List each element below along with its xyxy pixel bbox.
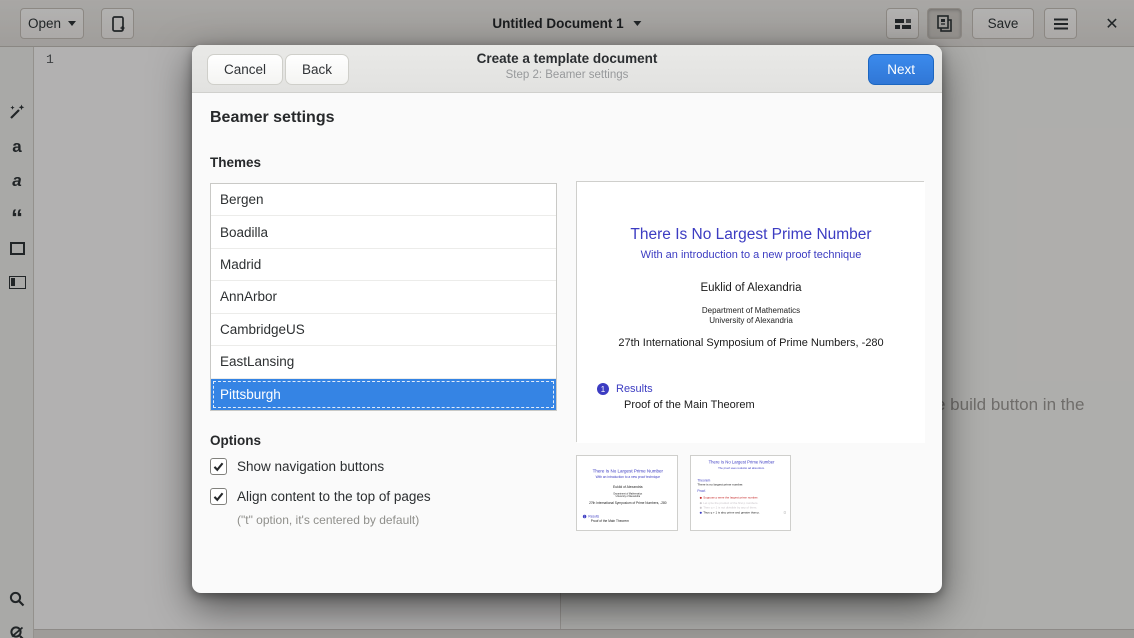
- slide-institute-2: University of Alexandria: [577, 316, 925, 325]
- slide-toc-row: 1 Results: [597, 383, 653, 395]
- slide-author: Euklid of Alexandria: [577, 485, 678, 489]
- slide-institute-2: University of Alexandria: [577, 495, 678, 498]
- slide-subtitle: The proof uses reductio ad absurdum.: [691, 467, 791, 470]
- slide-title: There Is No Largest Prime Number: [577, 226, 925, 244]
- bullet-icon: [700, 507, 702, 509]
- cancel-button[interactable]: Cancel: [207, 54, 283, 85]
- toc-subsection: Proof of the Main Theorem: [624, 399, 755, 411]
- option-note: ("t" option, it's centered by default): [237, 513, 419, 527]
- slide-thumbnail-2: There Is No Largest Prime Number The pro…: [690, 455, 791, 531]
- theme-label: Boadilla: [220, 225, 268, 240]
- page-title: Beamer settings: [210, 109, 335, 127]
- theme-row-eastlansing[interactable]: EastLansing: [211, 346, 556, 378]
- slide-author: Euklid of Alexandria: [577, 282, 925, 294]
- proof-item: Thus q + 1 is also prime and greater tha…: [700, 511, 760, 514]
- proof-item-covered: Let q be the product of the first p numb…: [700, 502, 759, 505]
- theorem-label: Theorem: [697, 479, 710, 483]
- proof-item-covered: Then q + 1 is not divisible by any of th…: [700, 506, 757, 509]
- proof-item-text: Suppose p were the largest prime number.: [703, 496, 758, 499]
- themes-heading: Themes: [210, 155, 261, 170]
- option-label[interactable]: Show navigation buttons: [237, 459, 384, 474]
- option-align-top[interactable]: Align content to the top of pages: [210, 488, 431, 505]
- options-heading: Options: [210, 433, 261, 448]
- proof-slide-mini: There Is No Largest Prime Number The pro…: [691, 456, 791, 531]
- dialog-title: Create a template document: [477, 51, 658, 66]
- bullet-icon: [700, 512, 702, 514]
- dialog-subtitle: Step 2: Beamer settings: [477, 69, 658, 81]
- theme-row-pittsburgh-selected[interactable]: Pittsburgh: [211, 379, 556, 410]
- bullet-icon: [700, 502, 702, 504]
- proof-item-text: Let q be the product of the first p numb…: [703, 502, 758, 505]
- toc-section: Results: [588, 515, 599, 519]
- slide-thumbnail-1: There Is No Largest Prime Number With an…: [576, 455, 678, 531]
- toc-subsection: Proof of the Main Theorem: [591, 519, 629, 523]
- dialog-headerbar: Cancel Back Create a template document S…: [192, 45, 942, 93]
- theme-row-madrid[interactable]: Madrid: [211, 249, 556, 281]
- slide-subtitle: With an introduction to a new proof tech…: [577, 249, 925, 261]
- title-slide-preview: There Is No Largest Prime Number With an…: [577, 182, 925, 443]
- slide-subtitle: With an introduction to a new proof tech…: [577, 476, 678, 480]
- slide-date: 27th International Symposium of Prime Nu…: [577, 501, 678, 505]
- next-button[interactable]: Next: [868, 54, 934, 85]
- slide-title: There Is No Largest Prime Number: [691, 460, 791, 465]
- theme-label: Madrid: [220, 257, 261, 272]
- checkbox-checked[interactable]: [210, 488, 227, 505]
- theorem-text: There is no largest prime number.: [697, 483, 743, 487]
- dialog-body: Beamer settings Themes Bergen Boadilla M…: [192, 93, 942, 593]
- bullet-icon: [700, 497, 702, 499]
- proof-item-text: Then q + 1 is not divisible by any of th…: [703, 506, 757, 509]
- toc-number-badge: 1: [583, 515, 587, 519]
- theme-list: Bergen Boadilla Madrid AnnArbor Cambridg…: [210, 183, 557, 411]
- theme-preview-pane: There Is No Largest Prime Number With an…: [576, 181, 924, 442]
- template-wizard-dialog: Cancel Back Create a template document S…: [192, 45, 942, 593]
- theme-label: EastLansing: [220, 354, 294, 369]
- proof-item-text: Thus q + 1 is also prime and greater tha…: [703, 511, 760, 514]
- proof-item-alert: Suppose p were the largest prime number.: [700, 496, 759, 499]
- theme-label: Pittsburgh: [220, 387, 281, 402]
- dialog-title-block: Create a template document Step 2: Beame…: [477, 51, 658, 81]
- checkmark-icon: [212, 490, 225, 503]
- theme-row-boadilla[interactable]: Boadilla: [211, 216, 556, 248]
- checkmark-icon: [212, 460, 225, 473]
- option-show-navigation[interactable]: Show navigation buttons: [210, 458, 384, 475]
- theme-label: Bergen: [220, 192, 264, 207]
- title-slide-mini: There Is No Largest Prime Number With an…: [577, 456, 678, 531]
- theme-row-annarbor[interactable]: AnnArbor: [211, 281, 556, 313]
- back-button[interactable]: Back: [285, 54, 349, 85]
- theme-row-cambridgeus[interactable]: CambridgeUS: [211, 314, 556, 346]
- toc-number-badge: 1: [597, 383, 609, 395]
- slide-institute-1: Department of Mathematics: [577, 306, 925, 315]
- toc-section: Results: [616, 383, 653, 395]
- slide-date: 27th International Symposium of Prime Nu…: [577, 337, 925, 349]
- theme-label: AnnArbor: [220, 289, 277, 304]
- slide-title: There Is No Largest Prime Number: [577, 469, 678, 474]
- proof-label: Proof.: [697, 489, 706, 493]
- option-label[interactable]: Align content to the top of pages: [237, 489, 431, 504]
- theme-row-bergen[interactable]: Bergen: [211, 184, 556, 216]
- qed-square-icon: [784, 511, 786, 513]
- checkbox-checked[interactable]: [210, 458, 227, 475]
- theme-label: CambridgeUS: [220, 322, 305, 337]
